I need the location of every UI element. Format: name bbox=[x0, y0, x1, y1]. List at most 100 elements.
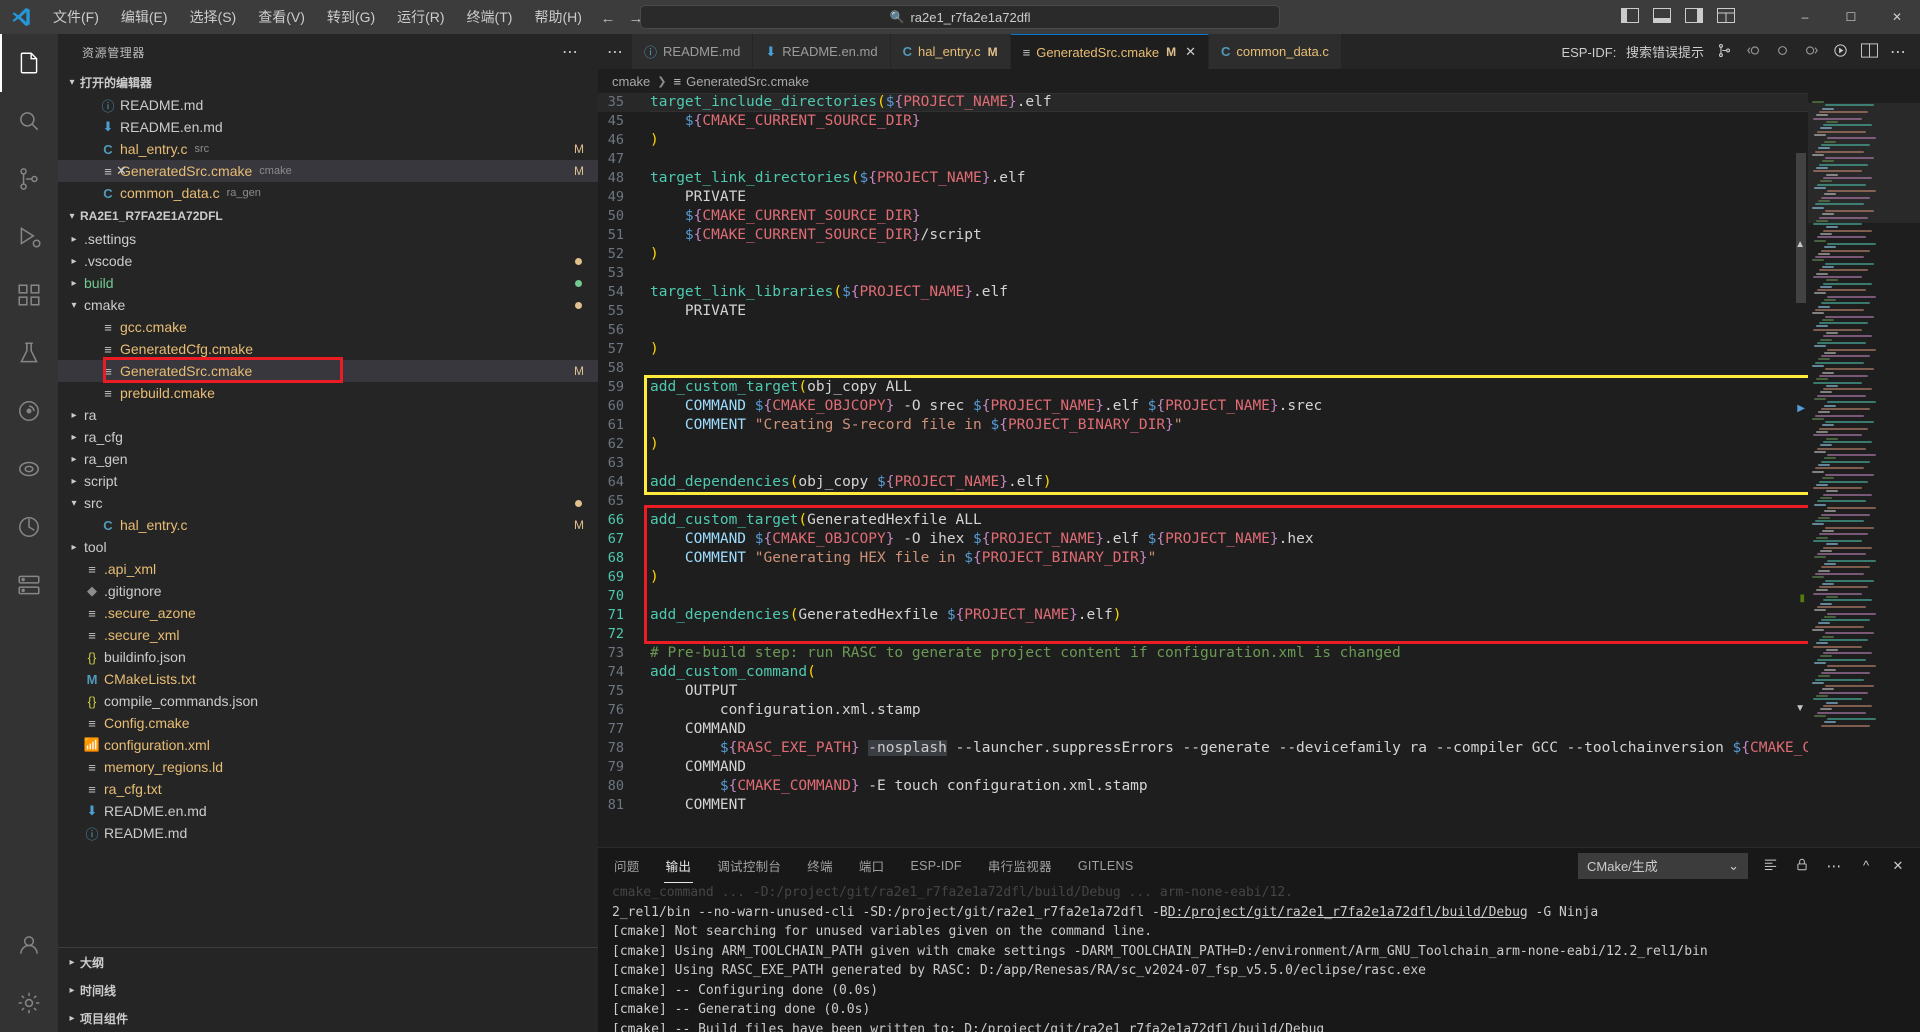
close-icon[interactable]: ✕ bbox=[116, 163, 127, 179]
panel-tab[interactable]: 终端 bbox=[805, 848, 835, 883]
panel-tab[interactable]: 调试控制台 bbox=[715, 848, 783, 883]
navigate-back-button[interactable]: ← bbox=[598, 8, 618, 28]
command-center-search[interactable]: 🔍 ra2e1_r7fa2e1a72dfl bbox=[640, 5, 1280, 29]
menu-file[interactable]: 文件(F) bbox=[42, 0, 110, 34]
activity-remote-explorer-icon[interactable] bbox=[0, 556, 58, 614]
breadcrumb-file[interactable]: GeneratedSrc.cmake bbox=[686, 74, 809, 89]
code-line[interactable]: 78 ${RASC_EXE_PATH} -nosplash --launcher… bbox=[598, 739, 1808, 758]
activity-explorer-icon[interactable] bbox=[0, 34, 58, 92]
tree-file-item[interactable]: {} compile_commands.json bbox=[58, 690, 598, 712]
code-line[interactable]: 75 OUTPUT bbox=[598, 682, 1808, 701]
code-line[interactable]: 55 PRIVATE bbox=[598, 302, 1808, 321]
more-actions-icon[interactable]: ⋯ bbox=[1824, 857, 1844, 875]
code-line[interactable]: 73 # Pre-build step: run RASC to generate… bbox=[598, 644, 1808, 663]
toggle-panel-icon[interactable] bbox=[1653, 8, 1671, 26]
menu-edit[interactable]: 编辑(E) bbox=[110, 0, 179, 34]
tree-file-item[interactable]: ≡ GeneratedCfg.cmake bbox=[58, 338, 598, 360]
code-line[interactable]: 47 bbox=[598, 150, 1808, 169]
activity-settings-gear-icon[interactable] bbox=[0, 974, 58, 1032]
editor-minimap[interactable] bbox=[1808, 93, 1920, 847]
code-content[interactable]: 35 target_include_directories(${PROJECT_N… bbox=[598, 93, 1808, 847]
code-line[interactable]: 52) bbox=[598, 245, 1808, 264]
editor-tab[interactable]: ⓘ README.md bbox=[632, 34, 754, 69]
editor-tab[interactable]: Chal_entry.c M bbox=[890, 34, 1011, 69]
activity-run-debug-icon[interactable] bbox=[0, 208, 58, 266]
tree-file-item[interactable]: M CMakeLists.txt bbox=[58, 668, 598, 690]
activity-extensions-icon[interactable] bbox=[0, 266, 58, 324]
code-line[interactable]: 70 bbox=[598, 587, 1808, 606]
breadcrumb-folder[interactable]: cmake bbox=[612, 74, 650, 89]
tree-file-item[interactable]: ⬇ README.en.md bbox=[58, 800, 598, 822]
code-line[interactable]: 76 configuration.xml.stamp bbox=[598, 701, 1808, 720]
open-editor-item[interactable]: ⬇ README.en.md bbox=[58, 116, 598, 138]
tree-file-item[interactable]: ≡ .secure_xml bbox=[58, 624, 598, 646]
tree-file-item[interactable]: ≡ Config.cmake bbox=[58, 712, 598, 734]
tree-file-item[interactable]: 📶 configuration.xml bbox=[58, 734, 598, 756]
code-line[interactable]: 50 ${CMAKE_CURRENT_SOURCE_DIR} bbox=[598, 207, 1808, 226]
output-channel-select[interactable]: CMake/生成 ⌄ bbox=[1578, 852, 1748, 879]
menu-select[interactable]: 选择(S) bbox=[179, 0, 248, 34]
code-line[interactable]: 79 COMMAND bbox=[598, 758, 1808, 777]
tree-folder-item[interactable]: ▾ src bbox=[58, 492, 598, 514]
split-editor-icon[interactable] bbox=[1861, 42, 1878, 61]
open-editor-item[interactable]: ⓘ README.md bbox=[58, 94, 598, 116]
code-line[interactable]: 49 PRIVATE bbox=[598, 188, 1808, 207]
code-line[interactable]: 57) bbox=[598, 340, 1808, 359]
code-line[interactable]: 64 add_dependencies(obj_copy ${PROJECT_NA… bbox=[598, 473, 1808, 492]
activity-espidf-icon[interactable] bbox=[0, 382, 58, 440]
activity-testing-icon[interactable] bbox=[0, 324, 58, 382]
step-forward-icon[interactable] bbox=[1803, 42, 1820, 62]
step-back-icon[interactable] bbox=[1745, 42, 1762, 62]
activity-source-control-icon[interactable] bbox=[0, 150, 58, 208]
menu-go[interactable]: 转到(G) bbox=[316, 0, 386, 34]
activity-accounts-icon[interactable] bbox=[0, 916, 58, 974]
menu-view[interactable]: 查看(V) bbox=[247, 0, 316, 34]
code-line[interactable]: 63 bbox=[598, 454, 1808, 473]
tree-file-item[interactable]: ≡ memory_regions.ld bbox=[58, 756, 598, 778]
tree-file-item[interactable]: ⓘ README.md bbox=[58, 822, 598, 844]
toggle-primary-sidebar-icon[interactable] bbox=[1621, 8, 1639, 26]
source-control-icon[interactable] bbox=[1716, 42, 1733, 62]
editor-tab[interactable]: ⬇ README.en.md bbox=[753, 34, 891, 69]
code-line[interactable]: 54 target_link_libraries(${PROJECT_NAME}.… bbox=[598, 283, 1808, 302]
maximize-button[interactable]: ☐ bbox=[1828, 0, 1874, 34]
tree-file-item[interactable]: ≡ .secure_azone bbox=[58, 602, 598, 624]
code-line[interactable]: 35 target_include_directories(${PROJECT_N… bbox=[598, 93, 1808, 112]
code-line[interactable]: 61 COMMENT "Creating S-record file in ${… bbox=[598, 416, 1808, 435]
code-line[interactable]: 68 COMMENT "Generating HEX file in ${PRO… bbox=[598, 549, 1808, 568]
code-line[interactable]: 72 bbox=[598, 625, 1808, 644]
code-line[interactable]: 66 add_custom_target(GeneratedHexfile ALL bbox=[598, 511, 1808, 530]
tree-file-item[interactable]: ≡ ra_cfg.txt bbox=[58, 778, 598, 800]
editor-tab[interactable]: ≡ GeneratedSrc.cmake M ✕ bbox=[1010, 34, 1209, 69]
open-editors-section-header[interactable]: ▾ 打开的编辑器 bbox=[58, 70, 598, 94]
panel-tab[interactable]: 输出 bbox=[663, 848, 694, 883]
close-icon[interactable]: ✕ bbox=[1185, 44, 1196, 60]
code-editor[interactable]: 35 target_include_directories(${PROJECT_N… bbox=[598, 93, 1920, 847]
code-line[interactable]: 74 add_custom_command( bbox=[598, 663, 1808, 682]
minimize-button[interactable]: – bbox=[1782, 0, 1828, 34]
outline-section-header[interactable]: ▸ 大纲 bbox=[58, 948, 598, 976]
activity-cmake-tools-icon[interactable] bbox=[0, 498, 58, 556]
code-line[interactable]: 69) bbox=[598, 568, 1808, 587]
tree-file-item[interactable]: Chal_entry.c M bbox=[58, 514, 598, 536]
code-line[interactable]: 77 COMMAND bbox=[598, 720, 1808, 739]
panel-tab[interactable]: GITLENS bbox=[1076, 848, 1136, 883]
open-editor-item[interactable]: Chal_entry.c src M bbox=[58, 138, 598, 160]
timeline-section-header[interactable]: ▸ 时间线 bbox=[58, 976, 598, 1004]
menu-help[interactable]: 帮助(H) bbox=[523, 0, 592, 34]
menu-run[interactable]: 运行(R) bbox=[386, 0, 455, 34]
code-line[interactable]: 53 bbox=[598, 264, 1808, 283]
tree-folder-item[interactable]: ▸ tool bbox=[58, 536, 598, 558]
code-line[interactable]: 81 COMMENT bbox=[598, 796, 1808, 815]
lock-icon[interactable] bbox=[1792, 857, 1812, 875]
explorer-more-actions-icon[interactable]: ⋯ bbox=[562, 42, 578, 62]
panel-tab[interactable]: 问题 bbox=[612, 848, 642, 883]
code-line[interactable]: 56 bbox=[598, 321, 1808, 340]
activity-serial-monitor-icon[interactable] bbox=[0, 440, 58, 498]
code-line[interactable]: 58 bbox=[598, 359, 1808, 378]
code-line[interactable]: 71 add_dependencies(GeneratedHexfile ${PR… bbox=[598, 606, 1808, 625]
panel-tab[interactable]: 串行监视器 bbox=[986, 848, 1054, 883]
tree-file-item[interactable]: ≡ gcc.cmake bbox=[58, 316, 598, 338]
tree-file-item[interactable]: ≡ GeneratedSrc.cmake M bbox=[58, 360, 598, 382]
tree-folder-item[interactable]: ▾ cmake bbox=[58, 294, 598, 316]
